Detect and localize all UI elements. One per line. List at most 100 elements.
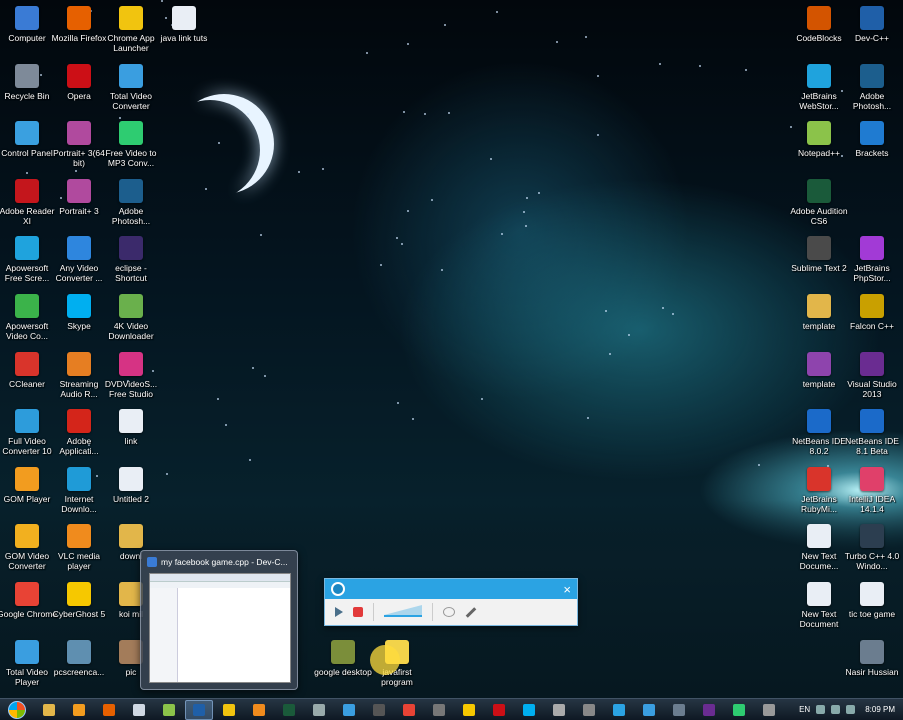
desktop-icon-intellij-idea-14-1-4[interactable]: IntelliJ IDEA 14.1.4: [845, 465, 899, 521]
desktop-icon-ccleaner[interactable]: CCleaner: [0, 350, 54, 406]
desktop-icon-free-video-to-mp3-conv[interactable]: Free Video to MP3 Conv...: [104, 119, 158, 175]
desktop-icon-netbeans-ide-8-0-2[interactable]: NetBeans IDE 8.0.2: [792, 407, 846, 463]
desktop-icon-4k-video-downloader[interactable]: 4K Video Downloader: [104, 292, 158, 348]
desktop-icon-total-video-player[interactable]: Total Video Player: [0, 638, 54, 694]
desktop-icon-dvdvideos-free-studio[interactable]: DVDVideoS... Free Studio: [104, 350, 158, 406]
tray-network-icon[interactable]: [816, 705, 826, 714]
desktop-icon-codeblocks[interactable]: CodeBlocks: [792, 4, 846, 60]
taskbar-button-photo[interactable]: [335, 700, 363, 720]
star: [412, 418, 414, 420]
taskbar-button-recorder[interactable]: [605, 700, 633, 720]
taskbar-button-visual-studio[interactable]: [695, 700, 723, 720]
tray-flag-icon[interactable]: [846, 705, 856, 714]
taskbar-button-window[interactable]: [665, 700, 693, 720]
taskbar-button-chrome-app[interactable]: [215, 700, 243, 720]
desktop-icon-falcon-c[interactable]: Falcon C++: [845, 292, 899, 348]
taskbar-button-audition[interactable]: [275, 700, 303, 720]
desktop-icon-brackets[interactable]: Brackets: [845, 119, 899, 175]
taskbar-button-devcpp[interactable]: [185, 699, 213, 720]
desktop-icon-adobe-audition-cs6[interactable]: Adobe Audition CS6: [790, 177, 848, 233]
taskbar-button-explorer[interactable]: [35, 700, 63, 720]
webcam-icon[interactable]: [443, 607, 455, 617]
intellij-icon: [860, 467, 884, 491]
desktop-icon-google-chrome[interactable]: Google Chrome: [0, 580, 57, 636]
desktop-icon-internet-downlo[interactable]: Internet Downlo...: [52, 465, 106, 521]
taskbar-button-skype[interactable]: [515, 700, 543, 720]
recorder-close-button[interactable]: ×: [563, 582, 571, 597]
desktop-icon-adobe-photosh[interactable]: Adobe Photosh...: [104, 177, 158, 233]
taskbar-thumbnail-preview[interactable]: my facebook game.cpp - Dev-C...: [140, 550, 298, 690]
desktop-icon-new-text-document[interactable]: New Text Document: [792, 580, 846, 636]
taskbar-button-display[interactable]: [635, 700, 663, 720]
desktop-icon-control-panel[interactable]: Control Panel: [0, 119, 54, 175]
taskbar-button-notepad[interactable]: [155, 700, 183, 720]
taskbar-button-monitor[interactable]: [575, 700, 603, 720]
desktop-icon-portrait-3[interactable]: Portrait+ 3: [52, 177, 106, 233]
desktop-icon-opera[interactable]: Opera: [52, 62, 106, 118]
desktop-icon-netbeans-ide-8-1-beta[interactable]: NetBeans IDE 8.1 Beta: [845, 407, 899, 463]
star: [441, 269, 443, 271]
desktop-icon-blank[interactable]: [845, 177, 899, 233]
desktop-icon-adobe-reader-xi[interactable]: Adobe Reader XI: [0, 177, 54, 233]
desktop-icon-visual-studio-2013[interactable]: Visual Studio 2013: [845, 350, 899, 406]
desktop-icon-dev-c[interactable]: Dev-C++: [845, 4, 899, 60]
desktop-icon-skype[interactable]: Skype: [52, 292, 106, 348]
desktop-icon-nasir-hussian[interactable]: Nasir Hussian: [845, 638, 899, 694]
taskbar-button-vlc[interactable]: [245, 700, 273, 720]
play-icon[interactable]: [335, 607, 343, 617]
desktop-icon-sublime-text-2[interactable]: Sublime Text 2: [791, 234, 847, 290]
desktop-icon-adobe-applicati[interactable]: Adobe Applicati...: [52, 407, 106, 463]
volume-meter[interactable]: [384, 605, 422, 617]
desktop-icon-total-video-converter[interactable]: Total Video Converter: [104, 62, 158, 118]
taskbar-button-phone[interactable]: [725, 700, 753, 720]
tray-volume-icon[interactable]: [831, 705, 841, 714]
desktop-icon-computer[interactable]: Computer: [0, 4, 54, 60]
taskbar-button-opera[interactable]: [485, 700, 513, 720]
taskbar-button-chrome[interactable]: [395, 700, 423, 720]
desktop-icon-full-video-converter-10[interactable]: Full Video Converter 10: [0, 407, 54, 463]
taskbar-button-settings[interactable]: [305, 700, 333, 720]
desktop-icon-eclipse-shortcut[interactable]: eclipse - Shortcut: [104, 234, 158, 290]
star: [609, 353, 611, 355]
taskbar-button-firefox[interactable]: [95, 700, 123, 720]
desktop-icon-adobe-photosh[interactable]: Adobe Photosh...: [845, 62, 899, 118]
taskbar-button-pacman[interactable]: [455, 700, 483, 720]
desktop-icon-template[interactable]: template: [792, 350, 846, 406]
desktop-icon-untitled-2[interactable]: Untitled 2: [104, 465, 158, 521]
taskbar-button-file[interactable]: [125, 700, 153, 720]
desktop-icon-jetbrains-webstor[interactable]: JetBrains WebStor...: [792, 62, 846, 118]
desktop-icon-pcscreenca[interactable]: pcscreenca...: [52, 638, 106, 694]
desktop-icon-vlc-media-player[interactable]: VLC media player: [52, 522, 106, 578]
stop-icon[interactable]: [353, 607, 363, 617]
desktop-icon-java-link-tuts[interactable]: java link tuts: [157, 4, 211, 60]
desktop-icon-any-video-converter[interactable]: Any Video Converter ...: [52, 234, 106, 290]
start-button[interactable]: [0, 699, 34, 720]
desktop-icon-link[interactable]: link: [104, 407, 158, 463]
desktop-icon-template[interactable]: template: [792, 292, 846, 348]
desktop-icon-streaming-audio-r[interactable]: Streaming Audio R...: [52, 350, 106, 406]
desktop-icon-chrome-app-launcher[interactable]: Chrome App Launcher: [104, 4, 158, 60]
taskbar-button-media-player[interactable]: [65, 700, 93, 720]
clock[interactable]: 8:09 PM: [865, 705, 895, 714]
desktop-icon-new-text-docume[interactable]: New Text Docume...: [792, 522, 846, 578]
taskbar-button-app[interactable]: [425, 700, 453, 720]
desktop-icon-recycle-bin[interactable]: Recycle Bin: [0, 62, 54, 118]
taskbar-button-eye[interactable]: [545, 700, 573, 720]
desktop-icon-gom-video-converter[interactable]: GOM Video Converter: [0, 522, 54, 578]
desktop-icon-tic-toe-game[interactable]: tic toe game: [845, 580, 899, 636]
language-indicator[interactable]: EN: [799, 705, 810, 714]
desktop-icon-gom-player[interactable]: GOM Player: [0, 465, 54, 521]
taskbar-button-terminal[interactable]: [365, 700, 393, 720]
desktop-icon-portrait-3-64-bit[interactable]: Portrait+ 3(64 bit): [52, 119, 106, 175]
desktop-icon-jetbrains-rubymi[interactable]: JetBrains RubyMi...: [792, 465, 846, 521]
desktop-icon-cyberghost-5[interactable]: CyberGhost 5: [52, 580, 106, 636]
pen-icon[interactable]: [465, 606, 477, 618]
desktop-icon-mozilla-firefox[interactable]: Mozilla Firefox: [52, 4, 106, 60]
desktop-icon-apowersoft-free-scre[interactable]: Apowersoft Free Scre...: [0, 234, 54, 290]
desktop-icon-google-desktop[interactable]: google desktop: [314, 638, 372, 694]
desktop-icon-notepad[interactable]: Notepad++: [792, 119, 846, 175]
desktop-icon-apowersoft-video-co[interactable]: Apowersoft Video Co...: [0, 292, 54, 348]
taskbar-button-grid[interactable]: [755, 700, 783, 720]
desktop-icon-turbo-c-4-0-windo[interactable]: Turbo C++ 4.0 Windo...: [845, 522, 899, 578]
desktop-icon-jetbrains-phpstor[interactable]: JetBrains PhpStor...: [845, 234, 899, 290]
